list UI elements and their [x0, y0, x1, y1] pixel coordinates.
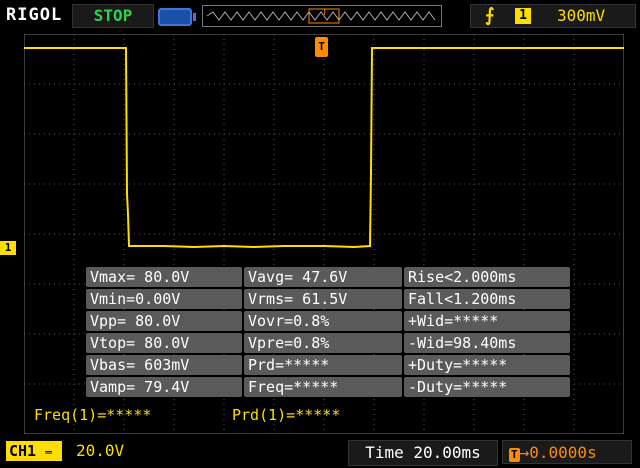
rising-edge-icon: ⨍ [485, 5, 495, 26]
ch1-label-text: CH1 [9, 442, 37, 460]
measurement-table: Vmax= 80.0V Vavg= 47.6V Rise<2.000ms Vmi… [86, 266, 570, 398]
run-stop-status[interactable]: STOP [72, 4, 154, 28]
meas-vbas: Vbas= 603mV [86, 355, 242, 375]
trigger-offset-icon: T [509, 448, 520, 462]
brand-logo: RIGOL [6, 5, 63, 25]
memory-depth-icon [158, 8, 196, 26]
trigger-settings[interactable]: ⨍ 1 300mV [470, 4, 636, 28]
frequency-counter: Freq(1)=***** [34, 406, 152, 424]
measurement-row: Vpp= 80.0V Vovr=0.8% +Wid=***** [86, 310, 570, 332]
meas-vmax: Vmax= 80.0V [86, 267, 242, 287]
trigger-position-marker[interactable]: T [315, 37, 328, 57]
meas-period: Prd=***** [244, 355, 402, 375]
meas-neg-duty: -Duty=***** [404, 377, 570, 397]
meas-vamp: Vamp= 79.4V [86, 377, 242, 397]
meas-vovr: Vovr=0.8% [244, 311, 402, 331]
meas-vpre: Vpre=0.8% [244, 333, 402, 353]
timeline-wave-icon: T [206, 8, 436, 24]
measurement-row: Vmin=0.00V Vrms= 61.5V Fall<1.200ms [86, 288, 570, 310]
meas-vmin: Vmin=0.00V [86, 289, 242, 309]
measurement-row: Vtop= 80.0V Vpre=0.8% -Wid=98.40ms [86, 332, 570, 354]
arrow-icon: → [519, 443, 530, 462]
trigger-offset[interactable]: T →0.0000s [502, 440, 632, 464]
meas-freq: Freq=***** [244, 377, 402, 397]
measurement-row: Vamp= 79.4V Freq=***** -Duty=***** [86, 376, 570, 398]
meas-vtop: Vtop= 80.0V [86, 333, 242, 353]
meas-pos-duty: +Duty=***** [404, 355, 570, 375]
ch1-trace [24, 47, 624, 249]
dc-coupling-icon: ═ [45, 446, 52, 459]
period-counter: Prd(1)=***** [232, 406, 341, 424]
meas-pos-width: +Wid=***** [404, 311, 570, 331]
meas-rise: Rise<2.000ms [404, 267, 570, 287]
meas-neg-width: -Wid=98.40ms [404, 333, 570, 353]
ch1-vertical-scale[interactable]: 20.0V [76, 441, 124, 460]
timebase[interactable]: Time 20.00ms [348, 440, 498, 466]
meas-vpp: Vpp= 80.0V [86, 311, 242, 331]
top-status-bar: RIGOL STOP T ⨍ 1 300mV [0, 0, 640, 32]
ch1-ground-marker[interactable]: 1 [0, 241, 16, 255]
trigger-level: 300mV [557, 6, 606, 25]
meas-vrms: Vrms= 61.5V [244, 289, 402, 309]
meas-fall: Fall<1.200ms [404, 289, 570, 309]
trigger-source-badge: 1 [515, 8, 531, 24]
trigger-offset-value: 0.0000s [529, 443, 597, 462]
bottom-status-bar: CH1 ═ 20.0V Time 20.00ms T →0.0000s [0, 436, 640, 468]
svg-text:T: T [322, 8, 328, 18]
waveform-timeline: T [202, 5, 442, 27]
measurement-row: Vbas= 603mV Prd=***** +Duty=***** [86, 354, 570, 376]
meas-vavg: Vavg= 47.6V [244, 267, 402, 287]
measurement-row: Vmax= 80.0V Vavg= 47.6V Rise<2.000ms [86, 266, 570, 288]
ch1-label[interactable]: CH1 ═ [6, 441, 62, 461]
